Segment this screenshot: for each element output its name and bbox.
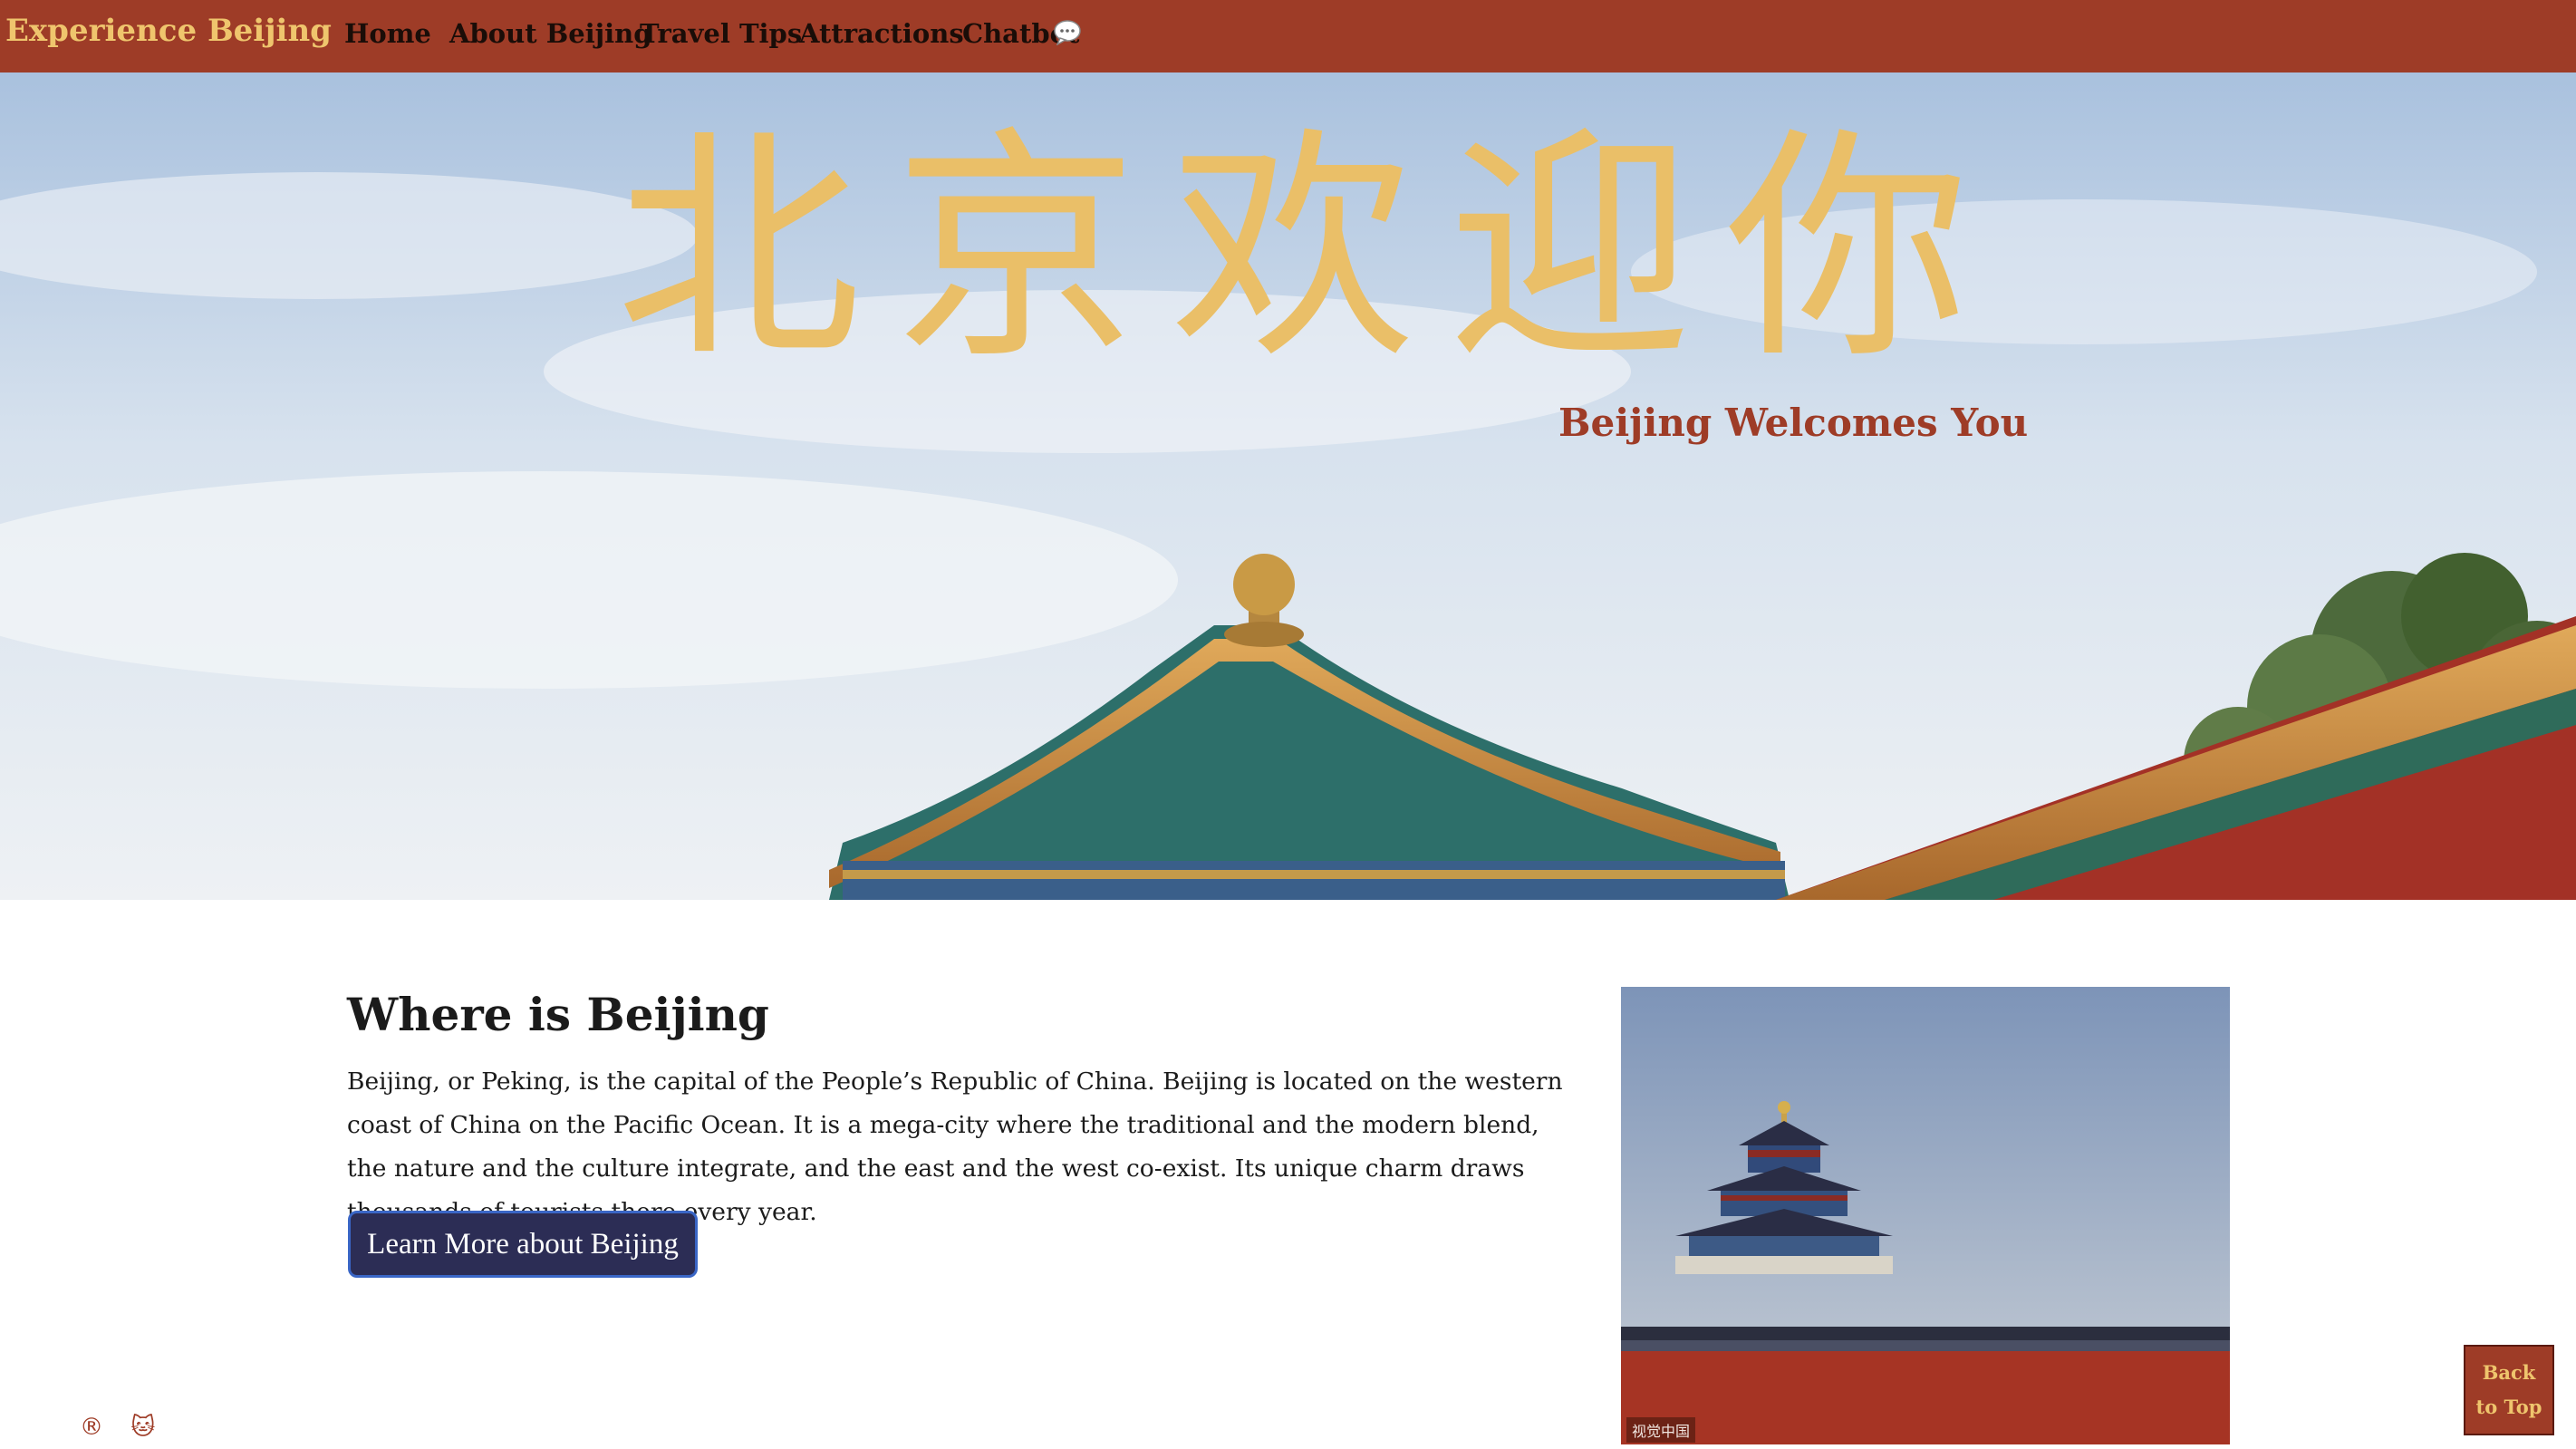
nav-link-travel-tips[interactable]: Travel Tips	[640, 18, 802, 49]
section-description: Beijing, or Peking, is the capital of th…	[347, 1067, 1563, 1226]
temple-of-heaven-photo: 视觉中国	[1621, 987, 2230, 1444]
footer-icons: ® 🐱	[80, 1414, 175, 1441]
hero-banner: 北京欢迎你 Beijing Welcomes You	[0, 72, 2576, 900]
cat-icon[interactable]: 🐱	[130, 1414, 155, 1441]
brand-logo-link[interactable]: Experience Beijing	[5, 13, 332, 49]
speech-bubble-icon[interactable]	[1053, 20, 1082, 45]
hero-subtitle: Beijing Welcomes You	[1558, 401, 2029, 445]
photo-watermark-caption: 视觉中国	[1626, 1417, 1696, 1443]
back-to-top-line1: Back	[2482, 1361, 2536, 1384]
nav-link-attractions[interactable]: Attractions	[799, 18, 964, 49]
back-to-top-button[interactable]: Back to Top	[2464, 1345, 2554, 1435]
registered-trademark-icon: ®	[80, 1414, 103, 1441]
section-heading: Where is Beijing	[347, 988, 769, 1041]
top-navbar: Experience Beijing Home About Beijing Tr…	[0, 0, 2576, 72]
nav-link-home[interactable]: Home	[344, 18, 431, 49]
learn-more-button[interactable]: Learn More about Beijing	[348, 1211, 698, 1278]
temple-photo-image	[1621, 987, 2230, 1444]
back-to-top-line2: to Top	[2475, 1396, 2542, 1418]
nav-link-about-beijing[interactable]: About Beijing	[449, 18, 652, 49]
hero-chinese-title: 北京欢迎你	[616, 106, 2002, 391]
